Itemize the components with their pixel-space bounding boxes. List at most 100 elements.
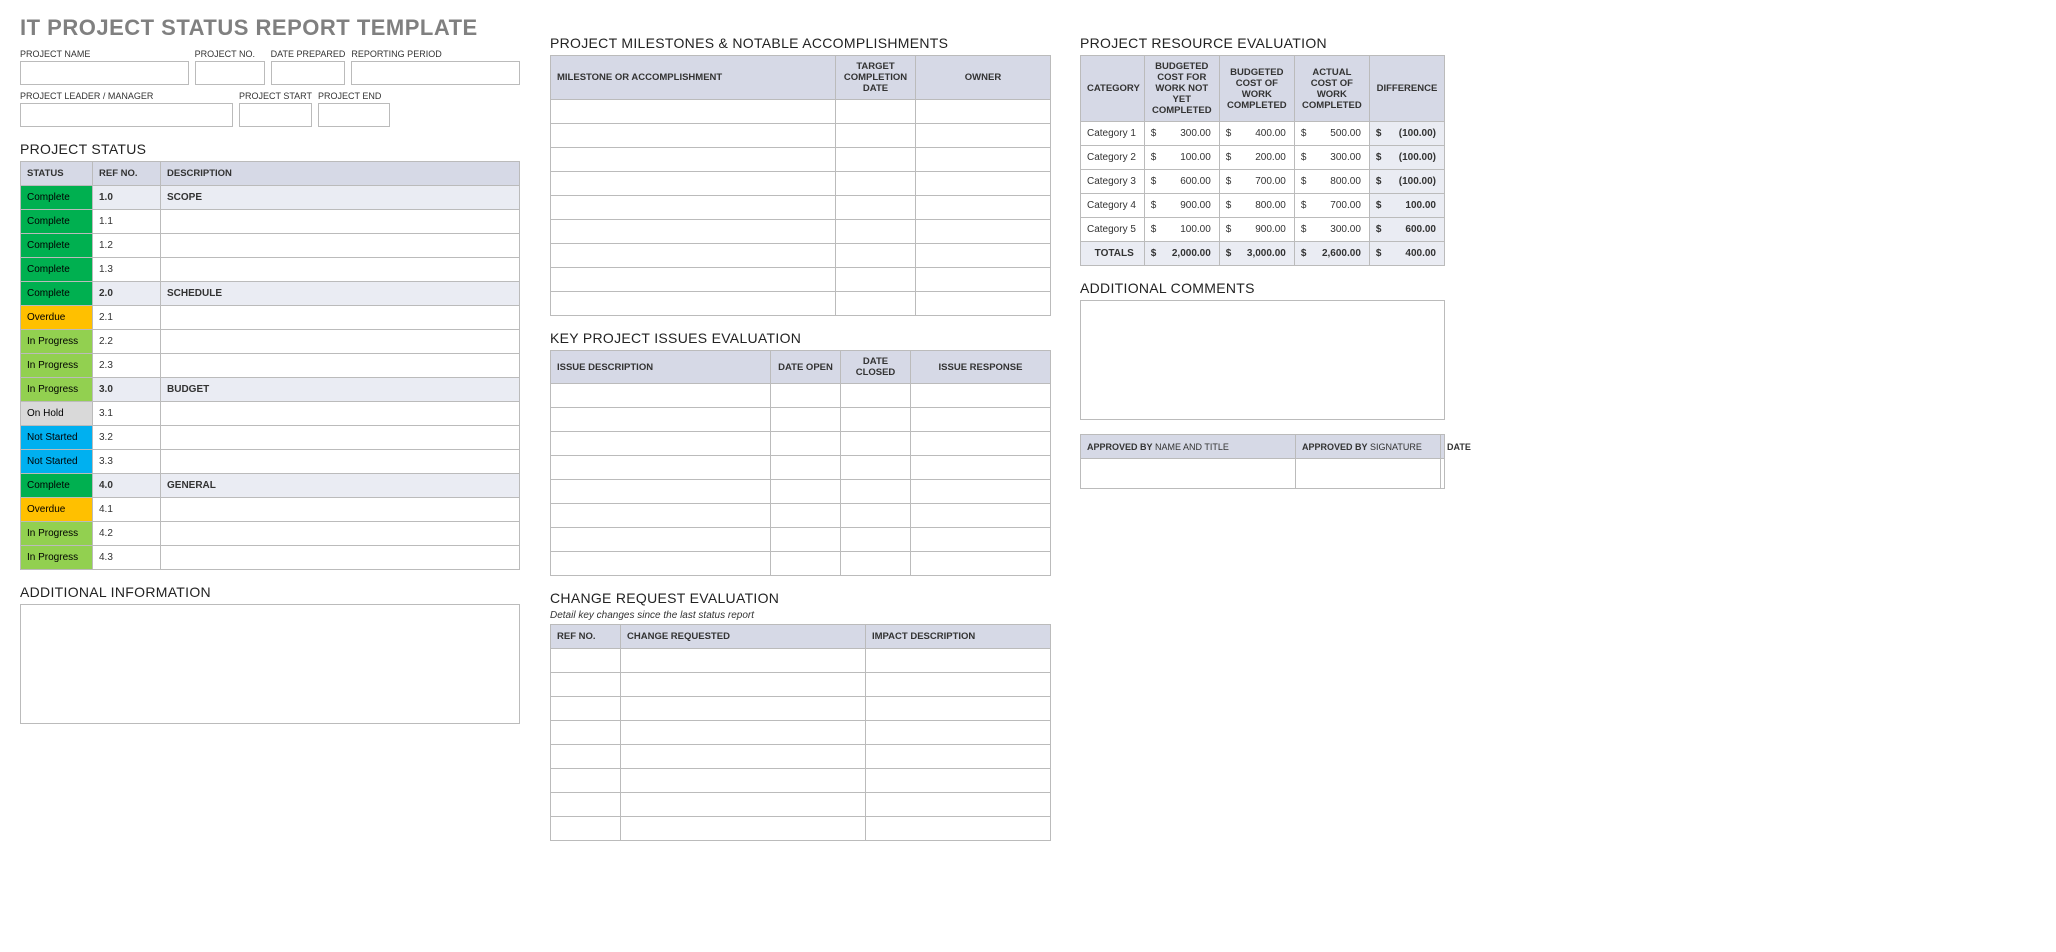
table-row[interactable] xyxy=(551,124,1051,148)
status-cell[interactable]: Complete xyxy=(21,234,93,258)
status-cell[interactable]: In Progress xyxy=(21,522,93,546)
table-cell[interactable] xyxy=(551,244,836,268)
approval-row[interactable] xyxy=(1081,459,1445,489)
table-cell[interactable] xyxy=(551,384,771,408)
description-cell[interactable] xyxy=(161,546,520,570)
table-cell[interactable] xyxy=(771,528,841,552)
table-cell[interactable] xyxy=(551,100,836,124)
description-cell[interactable]: SCOPE xyxy=(161,186,520,210)
table-cell[interactable] xyxy=(771,504,841,528)
table-cell[interactable] xyxy=(771,480,841,504)
table-row[interactable] xyxy=(551,432,1051,456)
table-row[interactable] xyxy=(551,408,1051,432)
table-cell[interactable] xyxy=(866,745,1051,769)
table-cell[interactable] xyxy=(621,769,866,793)
table-cell[interactable] xyxy=(911,384,1051,408)
table-cell[interactable] xyxy=(911,432,1051,456)
table-cell[interactable] xyxy=(551,148,836,172)
table-cell[interactable] xyxy=(841,480,911,504)
table-cell[interactable] xyxy=(551,220,836,244)
table-cell[interactable] xyxy=(551,504,771,528)
table-cell[interactable] xyxy=(551,408,771,432)
table-row[interactable] xyxy=(551,384,1051,408)
table-cell[interactable] xyxy=(621,721,866,745)
table-cell[interactable] xyxy=(621,673,866,697)
status-cell[interactable]: Complete xyxy=(21,210,93,234)
table-cell[interactable] xyxy=(866,793,1051,817)
table-cell[interactable] xyxy=(551,697,621,721)
table-cell[interactable] xyxy=(911,480,1051,504)
table-cell[interactable] xyxy=(916,196,1051,220)
description-cell[interactable] xyxy=(161,402,520,426)
description-cell[interactable] xyxy=(161,498,520,522)
table-cell[interactable] xyxy=(916,148,1051,172)
table-cell[interactable] xyxy=(836,244,916,268)
table-cell[interactable] xyxy=(916,172,1051,196)
additional-info-box[interactable] xyxy=(20,604,520,724)
table-cell[interactable] xyxy=(911,552,1051,576)
table-cell[interactable] xyxy=(771,432,841,456)
table-cell[interactable] xyxy=(916,100,1051,124)
table-cell[interactable] xyxy=(866,649,1051,673)
table-cell[interactable] xyxy=(836,196,916,220)
meta-input[interactable] xyxy=(271,61,346,85)
table-cell[interactable] xyxy=(836,100,916,124)
meta-input[interactable] xyxy=(195,61,265,85)
table-cell[interactable] xyxy=(916,244,1051,268)
table-cell[interactable] xyxy=(836,268,916,292)
table-row[interactable] xyxy=(551,504,1051,528)
table-cell[interactable] xyxy=(551,769,621,793)
table-cell[interactable] xyxy=(551,673,621,697)
meta-input[interactable] xyxy=(351,61,520,85)
status-cell[interactable]: In Progress xyxy=(21,546,93,570)
table-cell[interactable] xyxy=(836,124,916,148)
table-cell[interactable] xyxy=(551,124,836,148)
description-cell[interactable]: SCHEDULE xyxy=(161,282,520,306)
table-cell[interactable] xyxy=(841,408,911,432)
table-cell[interactable] xyxy=(836,292,916,316)
table-cell[interactable] xyxy=(551,456,771,480)
table-cell[interactable] xyxy=(551,196,836,220)
table-cell[interactable] xyxy=(866,817,1051,841)
description-cell[interactable]: GENERAL xyxy=(161,474,520,498)
meta-input[interactable] xyxy=(20,61,189,85)
description-cell[interactable] xyxy=(161,258,520,282)
table-cell[interactable] xyxy=(866,721,1051,745)
table-row[interactable] xyxy=(551,793,1051,817)
table-row[interactable] xyxy=(551,244,1051,268)
status-cell[interactable]: Not Started xyxy=(21,450,93,474)
table-cell[interactable] xyxy=(841,504,911,528)
status-cell[interactable]: In Progress xyxy=(21,378,93,402)
table-cell[interactable] xyxy=(841,432,911,456)
status-cell[interactable]: In Progress xyxy=(21,354,93,378)
table-cell[interactable] xyxy=(621,697,866,721)
table-row[interactable] xyxy=(551,673,1051,697)
table-cell[interactable] xyxy=(551,721,621,745)
table-cell[interactable] xyxy=(551,480,771,504)
table-cell[interactable] xyxy=(866,769,1051,793)
table-cell[interactable] xyxy=(916,124,1051,148)
table-row[interactable] xyxy=(551,697,1051,721)
table-cell[interactable] xyxy=(841,528,911,552)
table-cell[interactable] xyxy=(836,148,916,172)
table-cell[interactable] xyxy=(551,172,836,196)
table-cell[interactable] xyxy=(836,220,916,244)
meta-input[interactable] xyxy=(239,103,312,127)
description-cell[interactable] xyxy=(161,522,520,546)
description-cell[interactable]: BUDGET xyxy=(161,378,520,402)
table-cell[interactable] xyxy=(621,793,866,817)
table-cell[interactable] xyxy=(771,384,841,408)
table-row[interactable] xyxy=(551,148,1051,172)
table-row[interactable] xyxy=(551,100,1051,124)
table-row[interactable] xyxy=(551,769,1051,793)
table-row[interactable] xyxy=(551,268,1051,292)
table-cell[interactable] xyxy=(621,745,866,769)
description-cell[interactable] xyxy=(161,330,520,354)
table-row[interactable] xyxy=(551,817,1051,841)
table-cell[interactable] xyxy=(866,697,1051,721)
table-cell[interactable] xyxy=(771,552,841,576)
description-cell[interactable] xyxy=(161,354,520,378)
table-cell[interactable] xyxy=(771,456,841,480)
table-cell[interactable] xyxy=(551,649,621,673)
table-cell[interactable] xyxy=(551,292,836,316)
